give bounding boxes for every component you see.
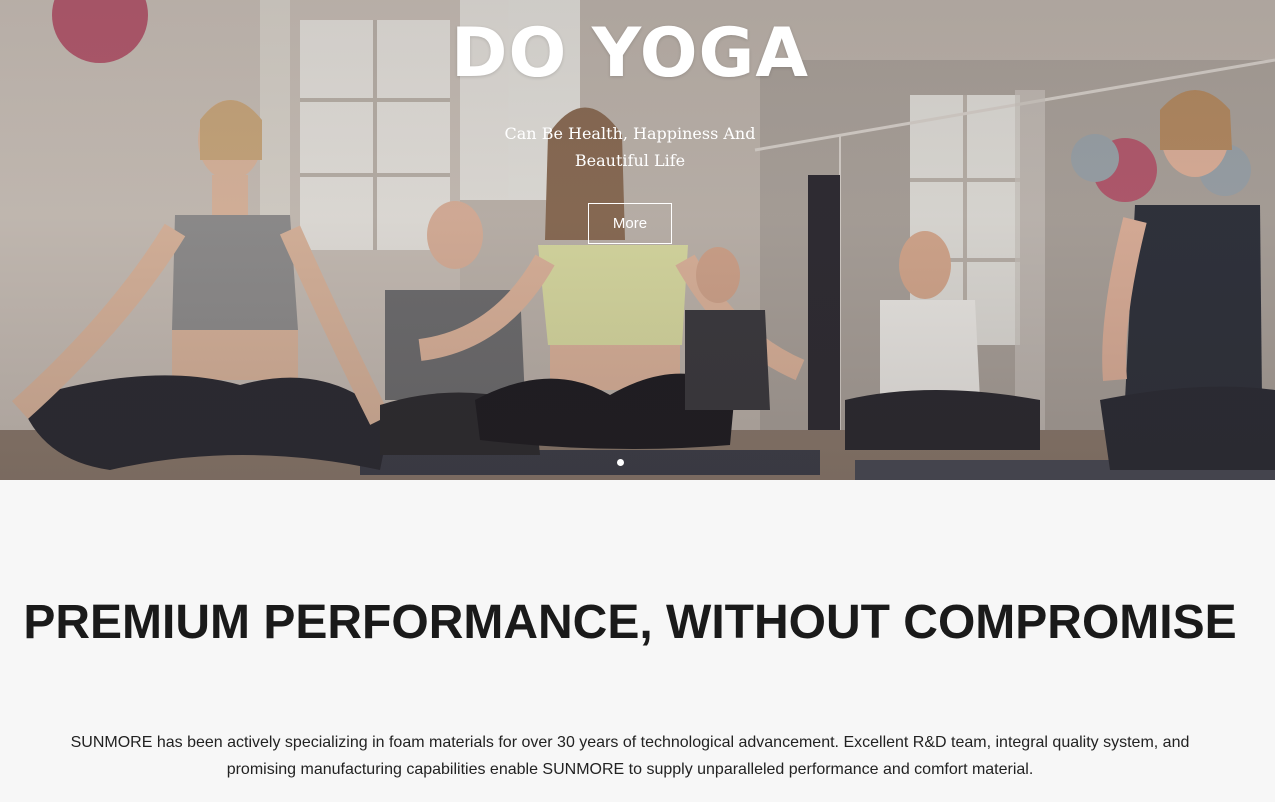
hero-slider: DO YOGA Can Be Health, Happiness And Bea…	[0, 0, 1275, 480]
slider-pagination	[617, 459, 624, 466]
hero-subtitle-line-2: Beautiful Life	[574, 151, 686, 170]
section-title: PREMIUM PERFORMANCE, WITHOUT COMPROMISE	[23, 596, 1237, 649]
slider-dot-1[interactable]	[617, 459, 624, 466]
more-button[interactable]: More	[588, 203, 672, 244]
hero-subtitle: Can Be Health, Happiness And Beautiful L…	[500, 120, 760, 174]
hero-subtitle-line-1: Can Be Health, Happiness And	[504, 124, 756, 143]
hero-title: DO YOGA	[451, 14, 809, 93]
section-description: SUNMORE has been actively specializing i…	[70, 734, 1190, 778]
